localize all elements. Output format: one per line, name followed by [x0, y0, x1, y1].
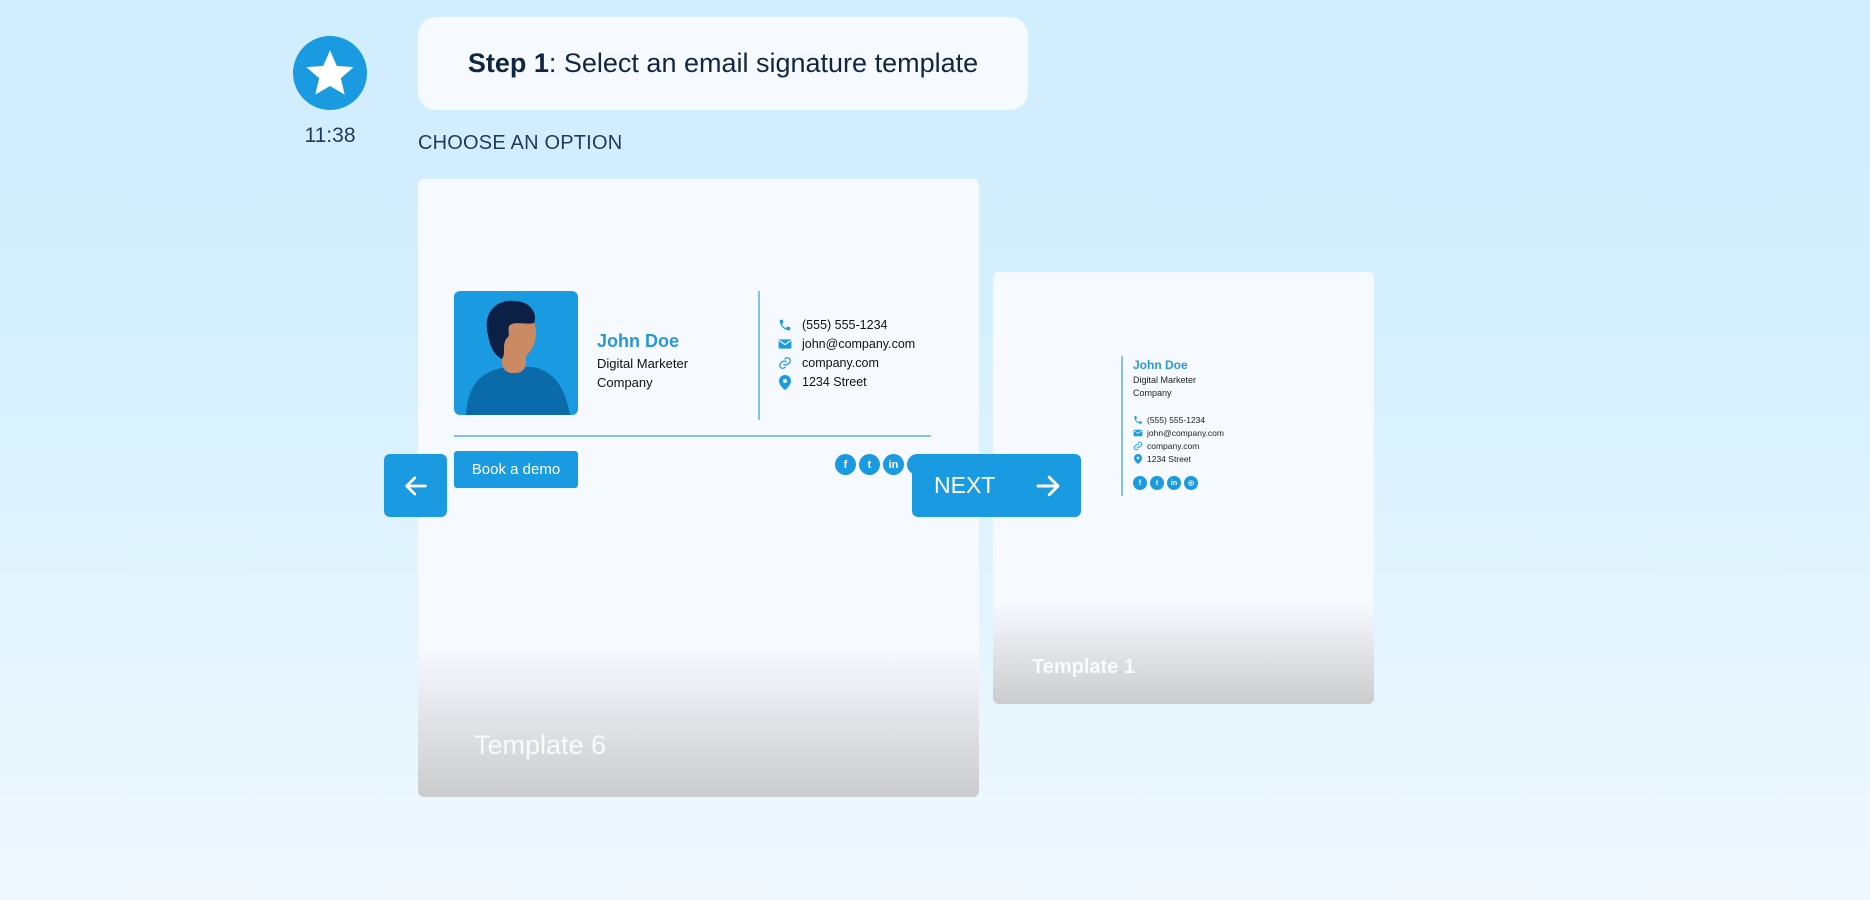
next-button[interactable]: NEXT: [912, 454, 1081, 517]
book-demo-button[interactable]: Book a demo: [454, 451, 578, 488]
contact-phone: (555) 555-1234: [1132, 414, 1205, 425]
facebook-icon[interactable]: f: [1133, 476, 1147, 490]
twitter-icon[interactable]: t: [859, 454, 880, 475]
location-icon: [1132, 453, 1143, 464]
contact-website: company.com: [777, 355, 879, 371]
email-icon: [1132, 427, 1143, 438]
signature-name: John Doe: [597, 331, 680, 351]
card-fade-overlay: [418, 649, 979, 797]
template-label: Template 6: [474, 730, 607, 760]
horizontal-divider: [454, 435, 931, 437]
arrow-right-icon: [1036, 475, 1060, 496]
star-icon: [306, 50, 354, 95]
facebook-icon[interactable]: f: [835, 454, 856, 475]
contact-email: john@company.com: [1132, 427, 1224, 438]
twitter-icon[interactable]: t: [1150, 476, 1164, 490]
signature-name: John Doe: [1133, 358, 1188, 372]
previous-button[interactable]: [384, 454, 447, 517]
contact-website: company.com: [1132, 440, 1199, 451]
link-icon: [777, 355, 793, 371]
social-icons: f t in ◎: [1133, 476, 1201, 490]
bot-avatar: [293, 36, 367, 110]
location-icon: [777, 374, 793, 390]
linkedin-icon[interactable]: in: [883, 454, 904, 475]
template-card-6[interactable]: John Doe Digital Marketer Company (555) …: [418, 179, 979, 797]
phone-icon: [1132, 414, 1143, 425]
contact-email: john@company.com: [777, 336, 915, 352]
email-icon: [777, 336, 793, 352]
instagram-icon[interactable]: ◎: [1184, 476, 1198, 490]
signature-company: Company: [597, 375, 653, 390]
message-bubble: Step 1: Select an email signature templa…: [418, 17, 1028, 110]
choose-option-label: CHOOSE AN OPTION: [418, 132, 623, 154]
arrow-left-icon: [404, 475, 427, 496]
contact-address: 1234 Street: [1132, 453, 1191, 464]
step-label: Step 1: [467, 48, 549, 78]
profile-photo: [454, 291, 578, 415]
vertical-divider: [1121, 356, 1123, 496]
linkedin-icon[interactable]: in: [1167, 476, 1181, 490]
contact-phone: (555) 555-1234: [777, 317, 887, 333]
card-fade-overlay: [993, 604, 1374, 704]
step-text: : Select an email signature template: [548, 48, 979, 78]
template-label: Template 1: [1032, 656, 1135, 678]
contact-address: 1234 Street: [777, 374, 867, 390]
signature-title: Digital Marketer: [597, 356, 689, 371]
signature-company: Company: [1133, 388, 1172, 398]
signature-title: Digital Marketer: [1133, 375, 1197, 385]
next-label: NEXT: [934, 472, 996, 498]
phone-icon: [777, 317, 793, 333]
link-icon: [1132, 440, 1143, 451]
vertical-divider: [758, 291, 760, 420]
message-timestamp: 11:38: [304, 124, 356, 147]
